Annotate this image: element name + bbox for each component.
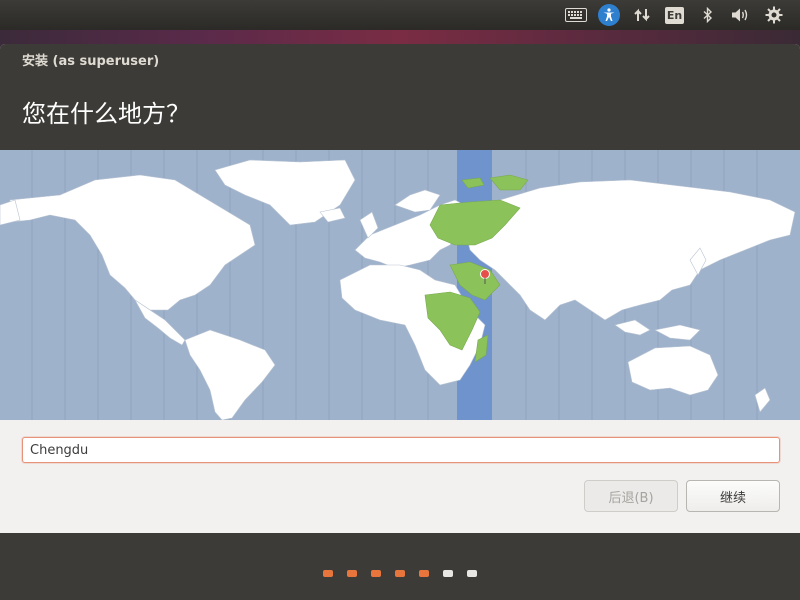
back-button-label: 后退(B) [608, 490, 654, 506]
volume-indicator[interactable] [724, 0, 757, 30]
keyboard-icon [564, 8, 587, 22]
progress-dot [371, 570, 381, 577]
progress-dot [443, 570, 453, 577]
continue-button-label: 继续 [719, 490, 746, 506]
progress-dots [0, 570, 800, 577]
progress-dot [347, 570, 357, 577]
system-menu-indicator[interactable] [757, 0, 790, 30]
accessibility-indicator[interactable] [592, 0, 625, 30]
timezone-map[interactable] [0, 150, 800, 420]
top-panel: En [0, 0, 800, 30]
language-indicator[interactable]: En [658, 0, 691, 30]
back-button[interactable]: 后退(B) [584, 480, 678, 512]
language-label: En [665, 6, 684, 24]
installer-footer [0, 533, 800, 600]
continue-button[interactable]: 继续 [686, 480, 780, 512]
progress-dot [395, 570, 405, 577]
window-header: 安装 (as superuser) 您在什么地方？ [0, 44, 800, 150]
bluetooth-indicator[interactable] [691, 0, 724, 30]
page-title: 您在什么地方？ [22, 100, 190, 128]
progress-dot [419, 570, 429, 577]
network-icon [633, 8, 650, 22]
accessibility-icon [597, 4, 620, 26]
progress-dot [323, 570, 333, 577]
settings-icon [765, 6, 782, 24]
window-title: 安装 (as superuser) [22, 54, 160, 69]
location-input[interactable] [22, 437, 780, 463]
installer-window: 安装 (as superuser) 您在什么地方？ Chengdu 后退(B) … [0, 44, 800, 600]
world-map [0, 150, 800, 420]
network-indicator[interactable] [625, 0, 658, 30]
bluetooth-icon [703, 7, 712, 23]
keyboard-indicator[interactable] [559, 0, 592, 30]
volume-icon [731, 8, 747, 22]
progress-dot [467, 570, 477, 577]
